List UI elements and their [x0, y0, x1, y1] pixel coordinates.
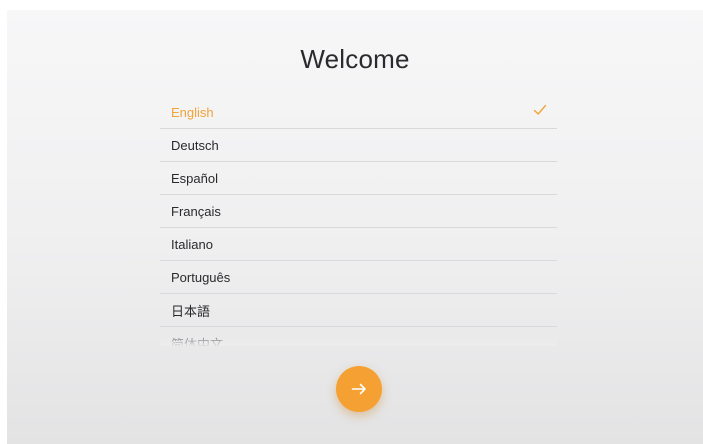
page-title: Welcome: [300, 44, 410, 74]
language-list[interactable]: English Deutsch Español Français Italian…: [160, 96, 557, 346]
welcome-screen: Welcome English Deutsch Español Français…: [7, 10, 703, 444]
language-label: Português: [171, 269, 231, 285]
arrow-right-icon: [351, 383, 366, 395]
check-icon: [533, 104, 547, 115]
language-item-francais[interactable]: Français: [160, 195, 557, 228]
language-item-espanol[interactable]: Español: [160, 162, 557, 195]
language-label: Italiano: [171, 236, 213, 252]
language-item-japanese[interactable]: 日本語: [160, 294, 557, 327]
language-item-italiano[interactable]: Italiano: [160, 228, 557, 261]
language-label: Español: [171, 170, 218, 186]
language-label: 简体中文: [171, 336, 224, 347]
language-label: Deutsch: [171, 137, 219, 153]
next-button[interactable]: [336, 366, 382, 412]
language-item-english[interactable]: English: [160, 96, 557, 129]
language-label: 日本語: [171, 303, 211, 319]
language-label: Français: [171, 203, 221, 219]
language-item-simplified-chinese[interactable]: 简体中文: [160, 327, 557, 347]
language-item-deutsch[interactable]: Deutsch: [160, 129, 557, 162]
language-item-portugues[interactable]: Português: [160, 261, 557, 294]
language-label: English: [171, 104, 214, 120]
